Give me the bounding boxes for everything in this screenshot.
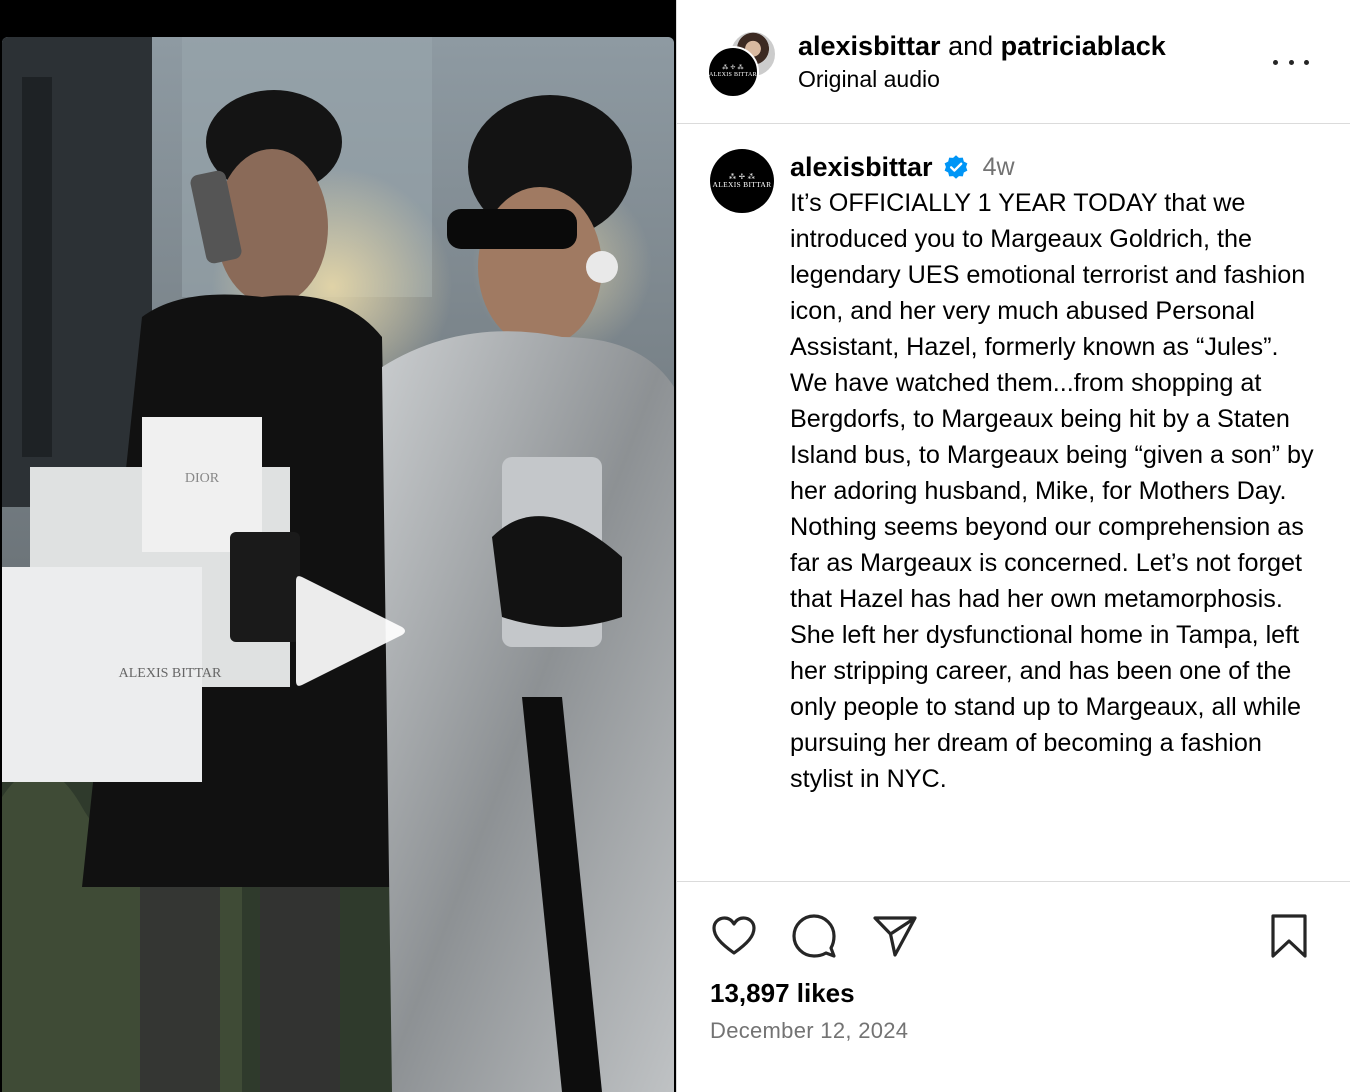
play-icon xyxy=(296,576,405,686)
more-dots-icon xyxy=(1304,59,1309,65)
bookmark-icon xyxy=(1271,914,1307,958)
post-header: ⁂ ✢ ⁂ ALEXIS BITTAR alexisbittar and pat… xyxy=(677,0,1350,124)
caption-text: It’s OFFICIALLY 1 YEAR TODAY that we int… xyxy=(790,189,1314,793)
collab-avatars[interactable]: ⁂ ✢ ⁂ ALEXIS BITTAR xyxy=(707,28,777,98)
video-frame[interactable]: DIOR ALEXIS BITTAR xyxy=(2,37,674,1092)
likes-count[interactable]: 13,897 likes xyxy=(710,978,855,1009)
caption-header: alexisbittar 4w xyxy=(790,149,1015,185)
collab-joiner: and xyxy=(948,31,994,61)
comment-icon xyxy=(792,914,836,958)
share-button[interactable] xyxy=(871,912,919,965)
caption-username[interactable]: alexisbittar xyxy=(790,152,933,183)
caption-timestamp[interactable]: 4w xyxy=(983,153,1015,182)
username-link-2[interactable]: patriciablack xyxy=(1001,31,1166,61)
username-link-1[interactable]: alexisbittar xyxy=(798,31,941,61)
bag-brand-dior: DIOR xyxy=(185,471,220,486)
paper-plane-icon xyxy=(873,916,917,957)
heart-icon xyxy=(712,916,756,955)
post-panel: ⁂ ✢ ⁂ ALEXIS BITTAR alexisbittar and pat… xyxy=(676,0,1350,1092)
bag-brand-alexis: ALEXIS BITTAR xyxy=(119,666,222,681)
brand-logo-text: ALEXIS BITTAR xyxy=(709,72,757,78)
brand-logo-text: ALEXIS BITTAR xyxy=(712,180,772,189)
like-button[interactable] xyxy=(710,912,758,965)
verified-badge-icon xyxy=(944,155,967,179)
caption-avatar[interactable]: ⁂ ✢ ⁂ ALEXIS BITTAR xyxy=(710,149,774,213)
collab-names: alexisbittar and patriciablack xyxy=(798,30,1166,62)
avatar-alexisbittar[interactable]: ⁂ ✢ ⁂ ALEXIS BITTAR xyxy=(707,46,759,98)
save-button[interactable] xyxy=(1269,912,1309,965)
comment-button[interactable] xyxy=(790,912,838,965)
more-dots-icon xyxy=(1288,59,1294,65)
post-date[interactable]: December 12, 2024 xyxy=(710,1018,908,1044)
video-player[interactable]: DIOR ALEXIS BITTAR xyxy=(0,0,676,1092)
action-bar: 13,897 likes December 12, 2024 xyxy=(677,882,1350,1092)
audio-link[interactable]: Original audio xyxy=(798,66,940,93)
more-dots-icon xyxy=(1273,59,1278,65)
play-button[interactable] xyxy=(282,565,414,697)
caption-scroll-area[interactable]: ⁂ ✢ ⁂ ALEXIS BITTAR alexisbittar 4w It’s… xyxy=(677,125,1350,882)
more-options-button[interactable] xyxy=(1273,50,1309,74)
brand-logo-mark: ⁂ ✢ ⁂ xyxy=(722,65,744,72)
